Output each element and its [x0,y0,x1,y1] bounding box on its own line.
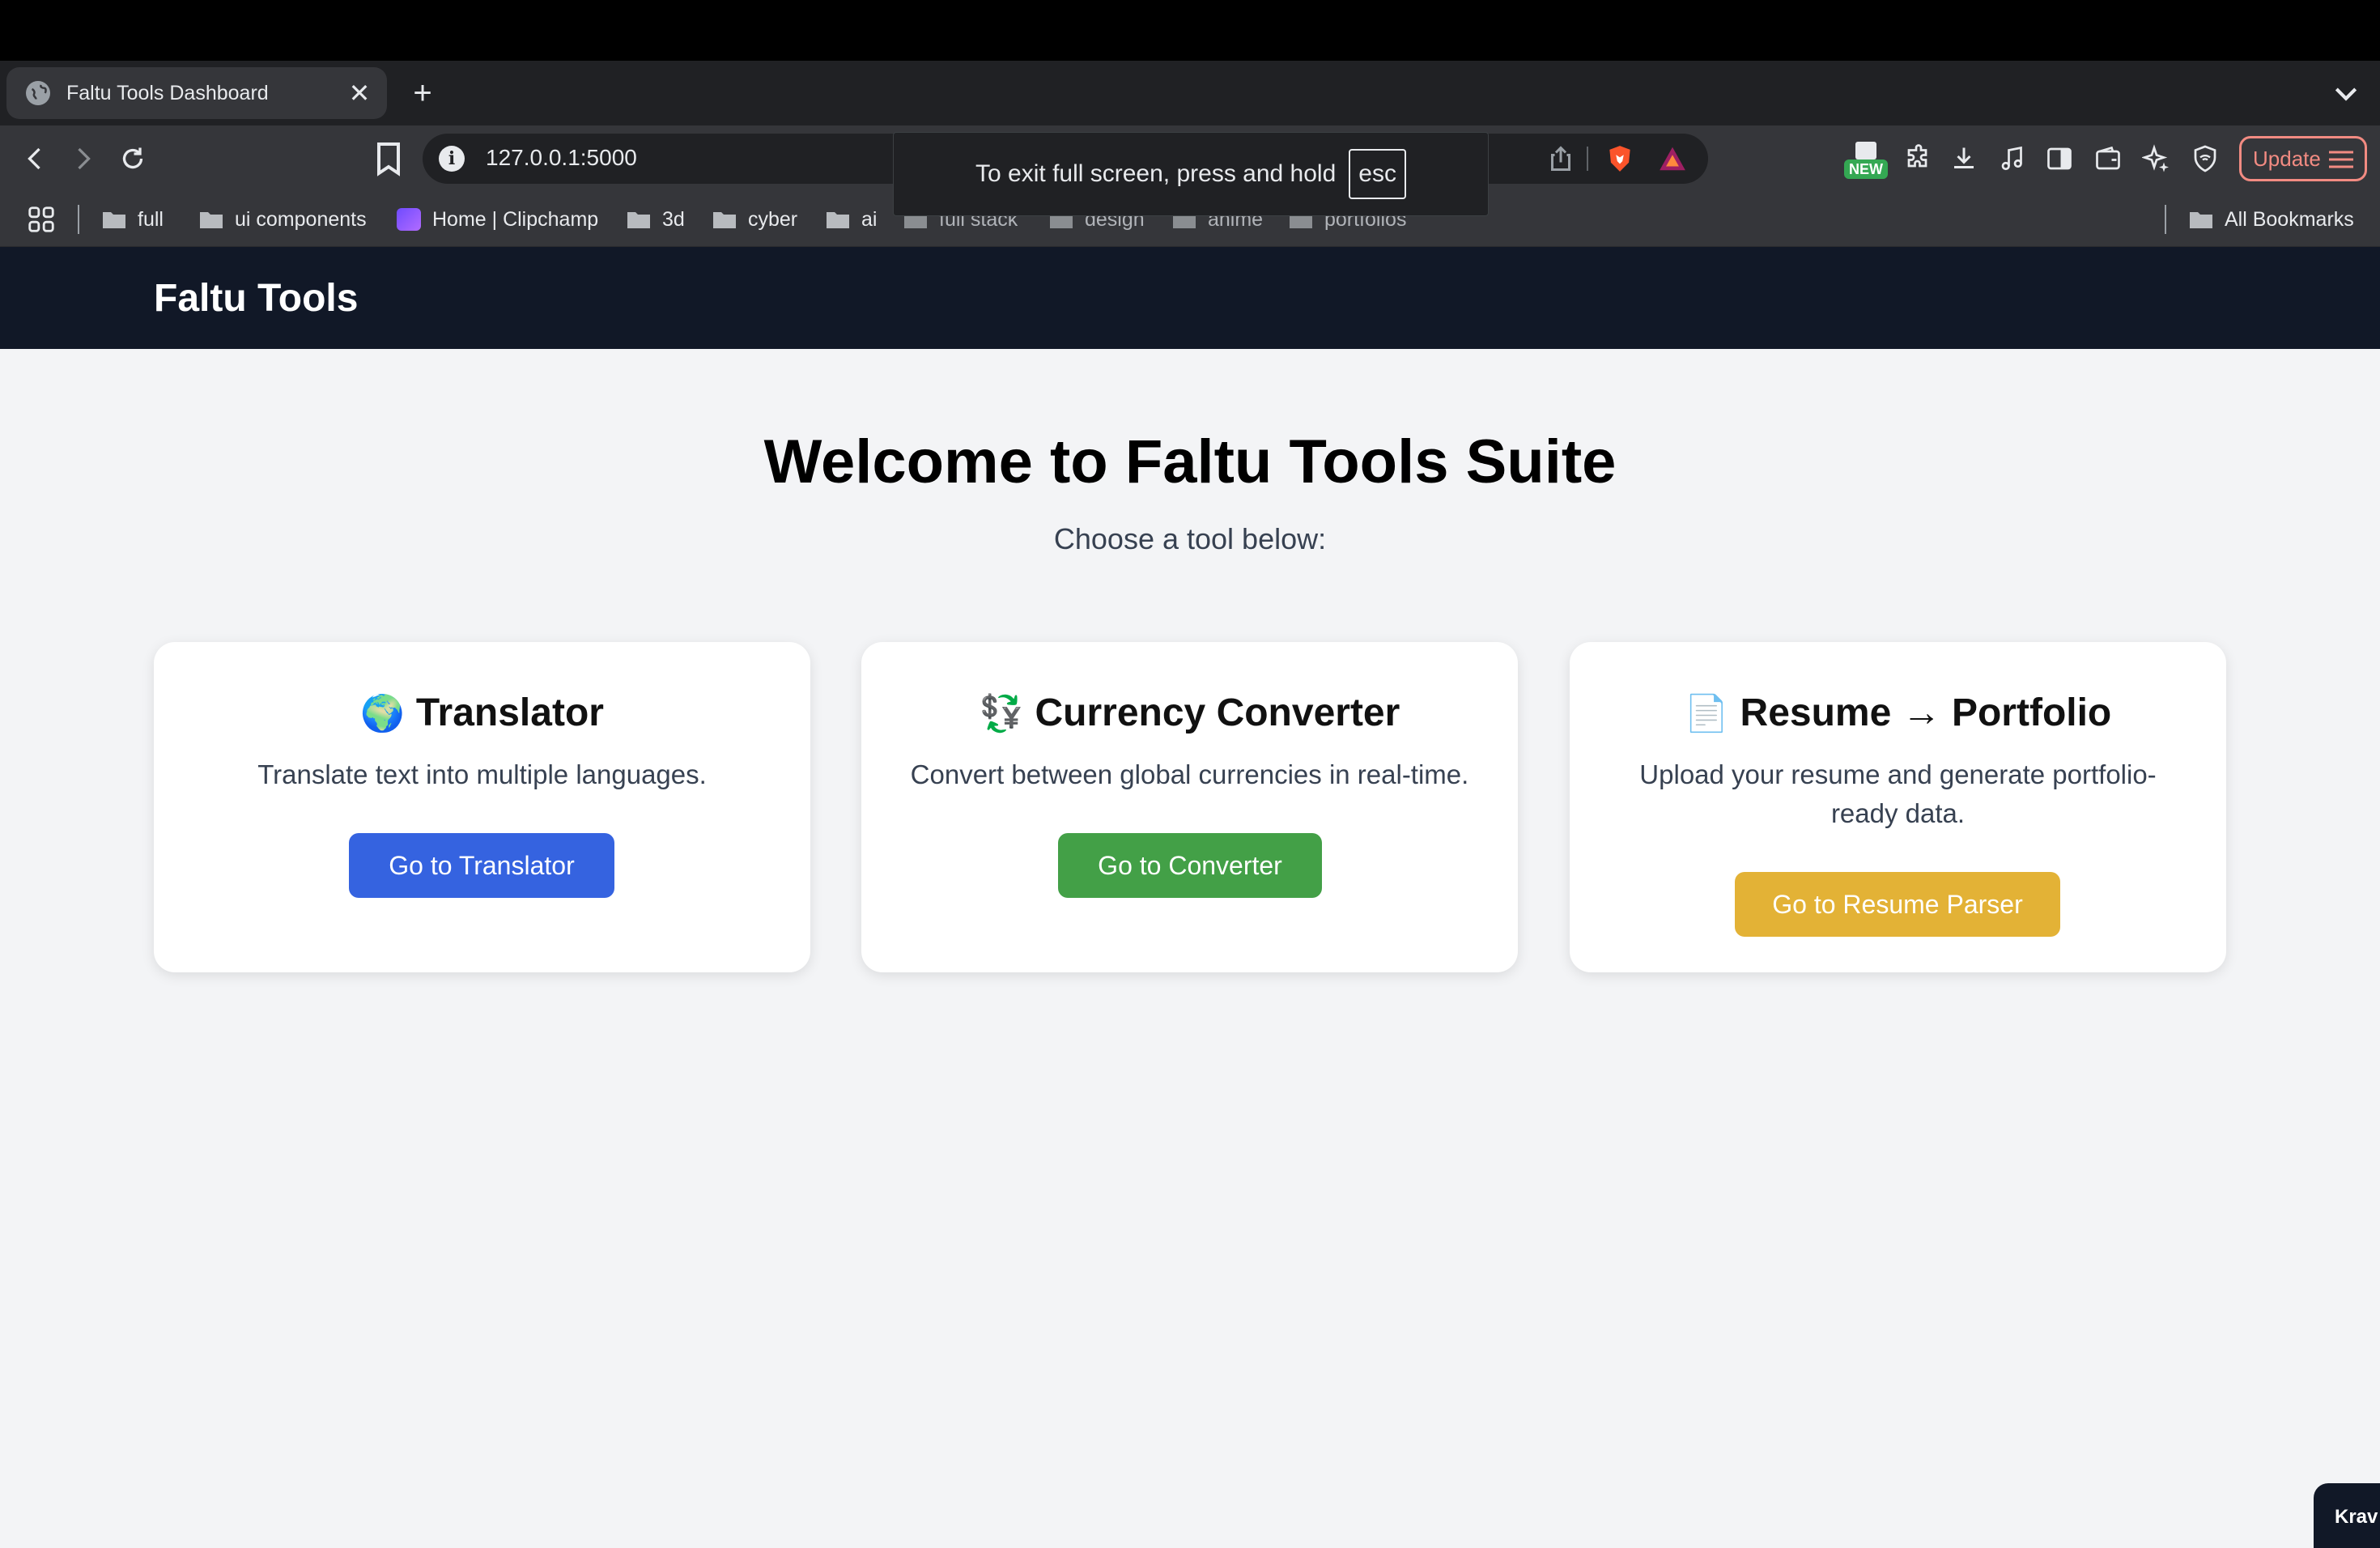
url-text[interactable]: 127.0.0.1:5000 [486,145,637,171]
go-to-resume-parser-button[interactable]: Go to Resume Parser [1735,872,2060,937]
card-title-text: Resume → Portfolio [1740,691,2112,734]
card-title-text: Currency Converter [1035,691,1400,734]
card-title-text: Translator [415,691,604,734]
currency-converter-card: 💱 Currency Converter Convert between glo… [861,642,1518,972]
bookmark-folder-cyber[interactable]: cyber [712,203,797,236]
globe-icon: 🌍 [360,692,405,734]
page-subtitle: Choose a tool below: [1053,522,1327,555]
brand-logo-text[interactable]: Faltu Tools [154,276,358,321]
update-label: Update [2253,146,2321,171]
document-icon [1855,142,1876,159]
page-title: Welcome to Faltu Tools Suite [763,427,1617,496]
bookmark-folder-full[interactable]: full [102,203,164,236]
leo-ai-sparkle-icon[interactable] [2139,141,2174,176]
fullscreen-toast-message: To exit full screen, press and hold [975,160,1337,187]
card-title: 📄 Resume → Portfolio [1570,691,2226,735]
address-bar-divider [1587,147,1588,171]
resume-portfolio-card: 📄 Resume → Portfolio Upload your resume … [1570,642,2226,972]
bookmarks-divider [2165,205,2166,234]
currency-exchange-icon: 💱 [979,692,1024,734]
folder-icon [103,212,125,228]
bookmark-folder-ai[interactable]: ai [826,203,877,236]
reload-icon [122,147,143,169]
card-description: Upload your resume and generate portfoli… [1639,759,2157,828]
tab-faltu-tools-dashboard[interactable]: Faltu Tools Dashboard ✕ [6,67,387,119]
site-info-icon[interactable]: i [439,146,465,172]
bookmarks-divider [78,205,79,234]
translator-card: 🌍 Translator Translate text into multipl… [154,642,810,972]
sidebar-icon[interactable] [2042,141,2077,176]
folder-icon [827,212,849,228]
tab-strip: Faltu Tools Dashboard ✕ + [0,61,2380,125]
bookmark-label: ai [861,207,878,231]
card-description: Translate text into multiple languages. [257,759,707,789]
all-bookmarks-folder[interactable]: All Bookmarks [2189,203,2354,236]
clipchamp-icon [397,208,421,231]
tab-search-chevron-icon[interactable] [2330,77,2362,109]
card-title: 🌍 Translator [154,691,810,735]
card-description: Convert between global currencies in rea… [910,759,1469,789]
new-extension-badge[interactable]: NEW [1844,142,1888,179]
bookmark-label: full [138,207,164,231]
go-to-translator-button[interactable]: Go to Translator [349,833,614,898]
fullscreen-exit-toast: To exit full screen, press and hold esc [893,132,1489,216]
folder-icon [627,212,650,228]
new-badge-label: NEW [1844,159,1888,179]
bookmark-clipchamp[interactable]: Home | Clipchamp [397,203,598,236]
wallet-icon[interactable] [2090,141,2126,176]
brave-rewards-icon[interactable] [1656,143,1689,174]
extensions-puzzle-icon[interactable] [1901,141,1936,176]
esc-key-label: esc [1349,149,1406,199]
document-icon: 📄 [1684,692,1729,734]
bookmark-page-icon[interactable] [369,139,408,178]
close-tab-icon[interactable]: ✕ [343,77,376,109]
screen-top-bar [0,0,2380,61]
bookmark-label: Home | Clipchamp [432,207,599,231]
forward-arrow-icon [78,147,91,170]
forward-button[interactable] [63,139,102,178]
new-tab-button[interactable]: + [403,74,442,113]
menu-icon [2329,151,2353,168]
brave-shields-icon[interactable] [1604,143,1635,174]
all-bookmarks-label: All Bookmarks [2225,207,2354,231]
corner-chat-widget[interactable]: Krav [2314,1483,2380,1548]
bookmark-folder-ui-components[interactable]: ui components [199,203,367,236]
bookmark-label: ui components [235,207,367,231]
globe-icon [26,81,50,105]
card-title: 💱 Currency Converter [861,691,1518,735]
back-arrow-icon [28,147,40,170]
reload-button[interactable] [113,139,152,178]
folder-icon [2190,212,2212,228]
tab-title: Faltu Tools Dashboard [66,81,269,104]
vpn-shield-icon[interactable] [2187,141,2223,176]
back-button[interactable] [16,139,55,178]
go-to-converter-button[interactable]: Go to Converter [1058,833,1322,898]
folder-icon [713,212,736,228]
share-icon[interactable] [1546,144,1575,173]
page-viewport: Faltu Tools Welcome to Faltu Tools Suite… [0,247,2380,1548]
downloads-icon[interactable] [1946,141,1982,176]
update-button[interactable]: Update [2239,136,2367,181]
bookmark-folder-3d[interactable]: 3d [627,203,685,236]
bookmark-label: 3d [662,207,685,231]
folder-icon [200,212,223,228]
media-music-icon[interactable] [1995,141,2030,176]
apps-grid-icon[interactable] [26,204,57,235]
bookmark-label: cyber [748,207,798,231]
app-navbar: Faltu Tools [0,247,2380,349]
